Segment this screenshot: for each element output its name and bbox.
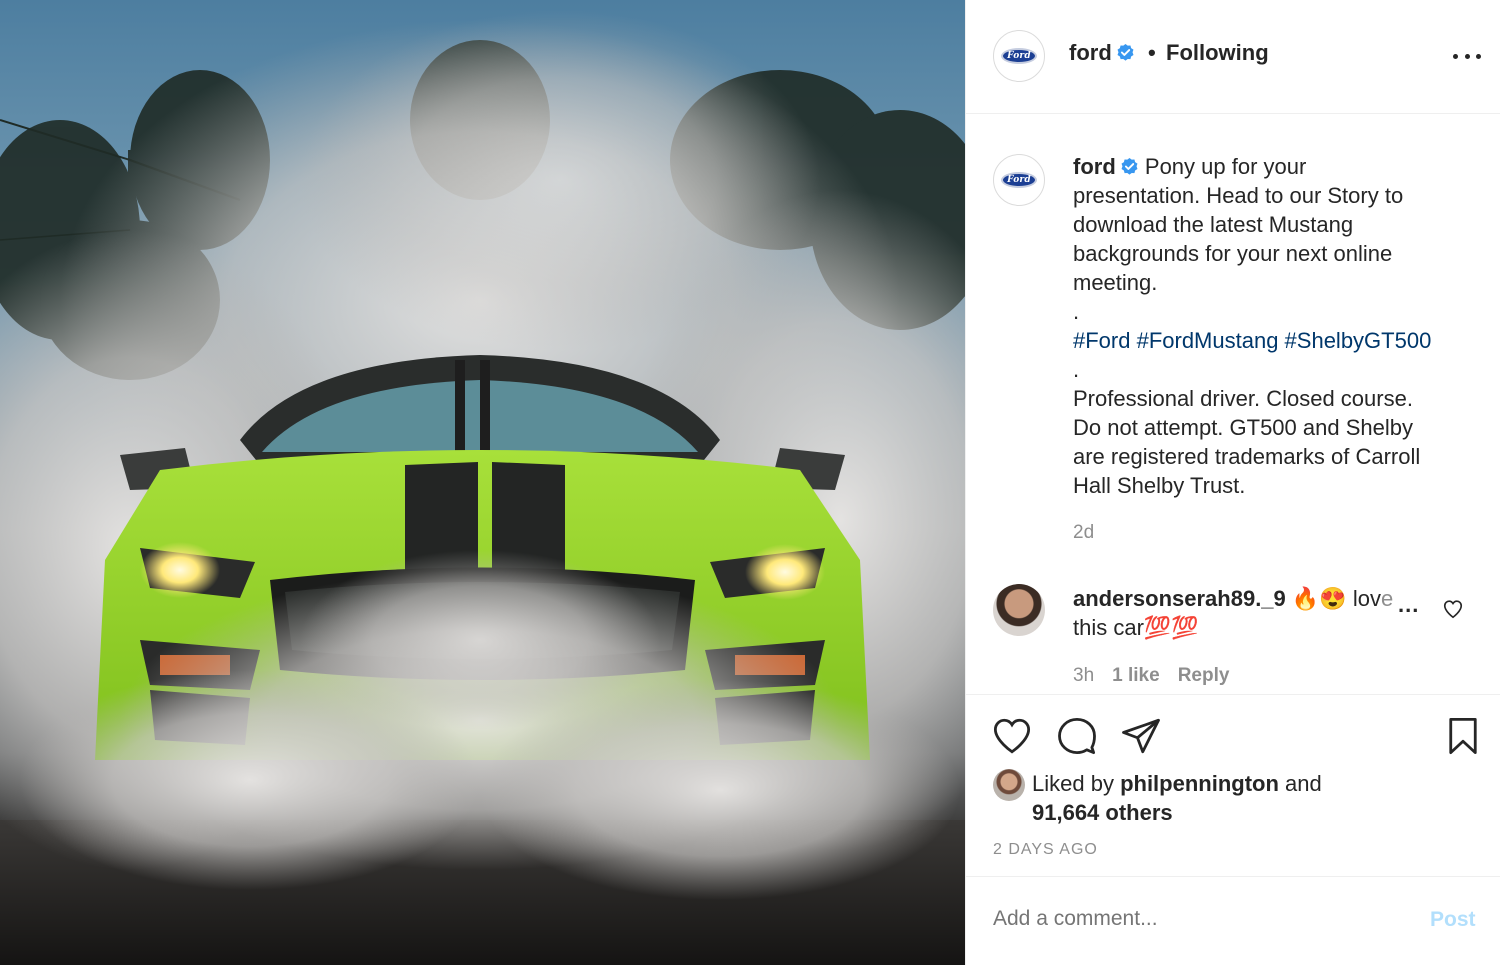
liked-by-middle: and bbox=[1278, 771, 1322, 796]
caption-disclaimer: Do not attempt. GT500 and Shelby bbox=[1073, 415, 1413, 440]
comment-line2-emoji: 💯💯 bbox=[1143, 615, 1199, 640]
commenter-avatar[interactable] bbox=[993, 584, 1045, 636]
verified-badge-icon bbox=[1117, 43, 1134, 61]
post-image[interactable] bbox=[0, 0, 965, 965]
post-timestamp[interactable]: 2 DAYS AGO bbox=[993, 841, 1098, 859]
comment-heart-icon[interactable] bbox=[1442, 598, 1464, 620]
comment-more-button[interactable]: ... bbox=[1398, 592, 1419, 618]
paper-plane-icon[interactable] bbox=[1120, 715, 1162, 757]
comment-bubble-icon[interactable] bbox=[1056, 715, 1098, 757]
liked-by-prefix: Liked by bbox=[1032, 771, 1121, 796]
caption-line: presentation. Head to our Story to bbox=[1073, 183, 1404, 208]
caption-text: ford Pony up for your presentation. Head… bbox=[1073, 152, 1468, 500]
caption-avatar[interactable]: Ford bbox=[993, 154, 1045, 206]
ford-avatar[interactable]: Ford bbox=[993, 30, 1045, 82]
following-button[interactable]: Following bbox=[1166, 40, 1269, 66]
ford-logo-icon: Ford bbox=[1001, 48, 1037, 64]
post-actions: Liked by philpennington and 91,664 other… bbox=[966, 694, 1500, 876]
add-comment-bar: Post bbox=[966, 876, 1500, 965]
comment-meta: 3h 1 like Reply bbox=[1073, 665, 1247, 687]
caption-time[interactable]: 2d bbox=[1073, 522, 1094, 544]
post-header: Ford ford • Following bbox=[966, 0, 1500, 114]
comment-text-faded: e bbox=[1380, 586, 1394, 611]
post-side-panel: Ford ford • Following Ford ford Pony up … bbox=[965, 0, 1500, 965]
car-burnout-photo bbox=[0, 10, 965, 965]
bookmark-icon[interactable] bbox=[1442, 715, 1484, 757]
caption-line: . bbox=[1073, 299, 1080, 324]
post-comment-button[interactable]: Post bbox=[1430, 908, 1476, 932]
post-caption-area: Ford ford Pony up for your presentation.… bbox=[966, 114, 1500, 694]
comment-text: andersonserah89._9 🔥😍 love this car💯💯 bbox=[1073, 584, 1403, 642]
caption-username[interactable]: ford bbox=[1073, 154, 1116, 179]
comment-emoji: 🔥😍 bbox=[1291, 586, 1347, 611]
header-username-text[interactable]: ford bbox=[1069, 40, 1112, 65]
separator-dot: • bbox=[1148, 40, 1156, 65]
liked-by-text: Liked by philpennington and 91,664 other… bbox=[1032, 769, 1432, 827]
add-comment-input[interactable] bbox=[993, 907, 1413, 931]
liked-by-user[interactable]: philpennington bbox=[1120, 771, 1279, 796]
heart-icon[interactable] bbox=[991, 715, 1033, 757]
comment-line2: this car bbox=[1073, 615, 1144, 640]
liked-by-others[interactable]: 91,664 others bbox=[1032, 800, 1173, 825]
caption-line: download the latest Mustang bbox=[1073, 212, 1354, 237]
caption-line: Pony up for your bbox=[1144, 154, 1307, 179]
more-dots-icon[interactable] bbox=[1453, 45, 1481, 67]
commenter-username[interactable]: andersonserah89._9 bbox=[1073, 586, 1286, 611]
liked-by-avatar[interactable] bbox=[993, 769, 1025, 801]
comment-text-start: lov bbox=[1352, 586, 1381, 611]
caption-disclaimer: Professional driver. Closed course. bbox=[1073, 386, 1413, 411]
caption-line: meeting. bbox=[1073, 270, 1158, 295]
header-username[interactable]: ford bbox=[1069, 40, 1135, 66]
caption-disclaimer: Hall Shelby Trust. bbox=[1073, 473, 1246, 498]
caption-hashtags[interactable]: #Ford #FordMustang #ShelbyGT500 bbox=[1073, 326, 1468, 355]
comment-likes[interactable]: 1 like bbox=[1112, 665, 1160, 686]
caption-line: . bbox=[1073, 357, 1080, 382]
verified-badge-icon bbox=[1121, 157, 1138, 175]
ford-logo-icon: Ford bbox=[1001, 172, 1037, 188]
comment-reply-button[interactable]: Reply bbox=[1178, 665, 1230, 686]
comment-time[interactable]: 3h bbox=[1073, 665, 1094, 686]
caption-disclaimer: are registered trademarks of Carroll bbox=[1073, 444, 1421, 469]
caption-line: backgrounds for your next online bbox=[1073, 241, 1393, 266]
